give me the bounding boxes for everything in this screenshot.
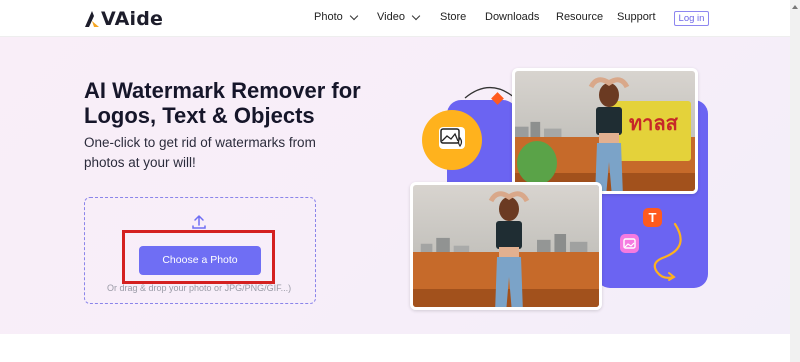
scrollbar[interactable] [790,0,800,362]
drop-hint-text: Or drag & drop your photo or JPG/PNG/GIF… [107,283,292,293]
nav-item-photo[interactable]: Photo [314,11,358,23]
nav-item-label: Resource [556,11,604,23]
highlight-box [122,230,275,284]
image-tool-icon [620,234,639,253]
login-button[interactable]: Log in [674,11,709,26]
after-photo [410,182,602,310]
watermark-circle [517,141,557,185]
footer-band [0,334,790,362]
chevron-down-icon [349,11,358,20]
image-badge-icon [422,110,482,170]
curly-arrow-decoration [653,222,682,281]
nav-item-video[interactable]: Video [377,11,421,23]
nav-item-label: Store [440,11,467,23]
nav-item-label: Photo [314,11,343,23]
upload-icon [192,215,206,229]
scroll-up-arrow-icon[interactable] [792,4,798,10]
nav-item-downloads[interactable]: Downloads [485,11,539,23]
before-photo: ทาลส [512,68,698,194]
hero-subtitle: One-click to get rid of watermarks from … [84,135,316,170]
nav-item-label: Support [617,11,656,23]
page-title: AI Watermark Remover for Logos, Text & O… [84,78,361,128]
nav-item-store[interactable]: Store [440,11,466,23]
nav-item-label: Video [377,11,405,23]
nav-item-resource[interactable]: Resource [556,11,603,23]
person-figure [488,191,530,307]
chevron-down-icon [411,11,421,20]
nav-item-support[interactable]: Support [617,11,656,23]
person-figure [588,77,630,191]
top-header: VAide Photo Video Store Downloads Resour… [0,0,800,37]
hero-illustration: ทาลส T [400,60,720,320]
nav-item-label: Downloads [485,11,540,23]
